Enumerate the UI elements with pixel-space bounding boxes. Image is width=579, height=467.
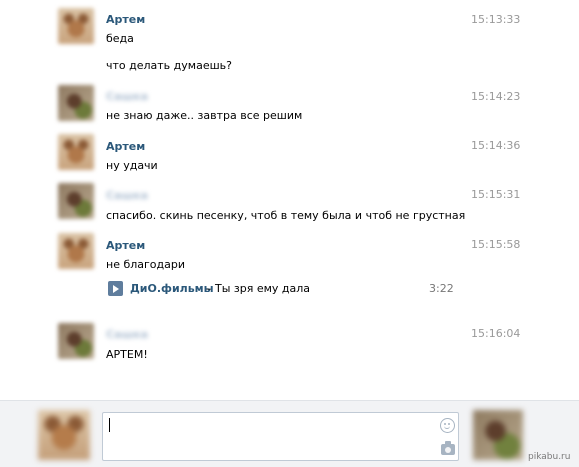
author-name[interactable]: Сашка [106, 90, 148, 103]
avatar[interactable] [58, 85, 94, 121]
peer-avatar[interactable] [473, 410, 523, 460]
author-name[interactable]: Артем [106, 13, 145, 26]
my-avatar[interactable] [38, 410, 90, 460]
avatar[interactable] [58, 134, 94, 170]
watermark: pikabu.ru [528, 452, 571, 462]
message-input[interactable] [102, 412, 459, 461]
message-time[interactable]: 15:13:33 [471, 13, 520, 26]
compose-bar [0, 400, 579, 467]
avatar[interactable] [58, 183, 94, 219]
camera-icon[interactable] [441, 441, 455, 455]
play-icon[interactable] [108, 281, 123, 296]
message-text: спасибо. скинь песенку, чтоб в тему была… [106, 209, 466, 222]
message-time[interactable]: 15:15:58 [471, 238, 520, 251]
audio-duration: 3:22 [429, 282, 454, 295]
audio-attachment[interactable]: ДиО.фильмы – Ты зря ему дала 3:22 [106, 280, 456, 298]
author-name[interactable]: Артем [106, 140, 145, 153]
author-name[interactable]: Сашка [106, 328, 148, 341]
message-time[interactable]: 15:14:36 [471, 139, 520, 152]
author-name[interactable]: Сашка [106, 189, 148, 202]
avatar[interactable] [58, 323, 94, 359]
message-text: не благодари [106, 258, 185, 271]
audio-title: – Ты зря ему дала [206, 282, 311, 295]
message-text: что делать думаешь? [106, 59, 232, 72]
avatar[interactable] [58, 233, 94, 269]
message-time[interactable]: 15:14:23 [471, 90, 520, 103]
audio-artist[interactable]: ДиО.фильмы [130, 282, 214, 295]
message-text: беда [106, 32, 134, 45]
author-name[interactable]: Артем [106, 239, 145, 252]
message-list: Артем 15:13:33 беда что делать думаешь? … [0, 0, 579, 400]
message-text: не знаю даже.. завтра все решим [106, 109, 303, 122]
message-time[interactable]: 15:15:31 [471, 188, 520, 201]
message-text: ну удачи [106, 159, 158, 172]
text-caret [109, 418, 110, 432]
message-time[interactable]: 15:16:04 [471, 327, 520, 340]
message-text: АРТЕМ! [106, 348, 148, 361]
avatar[interactable] [58, 8, 94, 44]
smile-icon[interactable] [440, 418, 455, 433]
